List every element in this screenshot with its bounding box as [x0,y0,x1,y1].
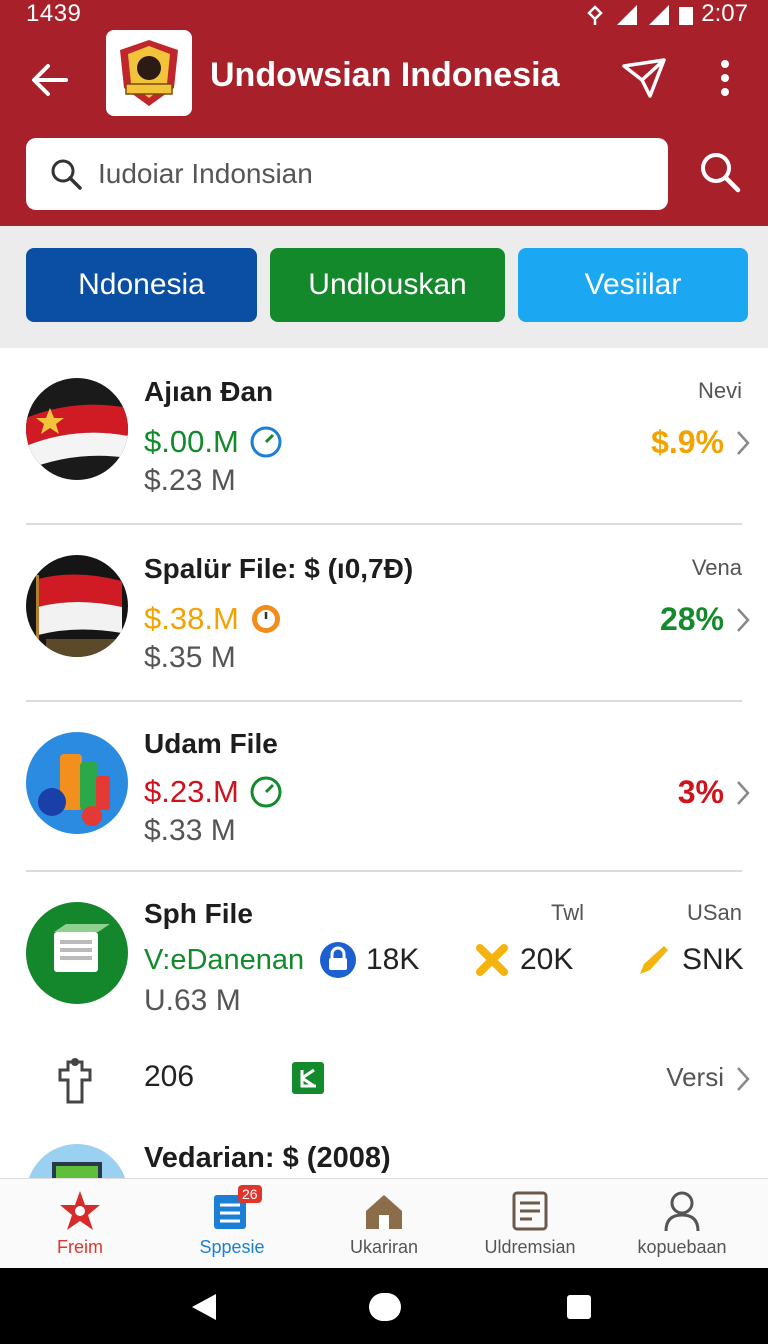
nav-item-uldremsian[interactable]: Uldremsian [455,1179,605,1269]
item-subvalue: U.63 M [144,984,241,1017]
chip-vesiilar[interactable]: Vesiilar [518,248,748,322]
lock-icon [320,942,356,978]
flag-avatar [26,378,128,480]
search-icon[interactable] [696,148,744,196]
star-icon [60,1191,100,1230]
search-bar [26,138,668,210]
recents-square-icon[interactable] [566,1294,592,1320]
search-input[interactable] [98,150,638,198]
nav-item-kopuebaan[interactable]: kopuebaan [607,1179,757,1269]
app-avatar [26,1144,128,1178]
list-item[interactable]: Ajıan Đan $.00.M $.23 M Nevi $.9% [0,348,768,524]
item-count: 206 [144,1060,195,1093]
system-navigation-bar [0,1268,768,1344]
stat-value: 18K [366,943,420,976]
nav-item-freim[interactable]: Freim [5,1179,155,1269]
nav-label: Freim [57,1237,103,1257]
home-icon [366,1195,402,1229]
send-icon[interactable] [620,54,668,102]
status-right: 2:07 [583,0,748,28]
document-icon [512,1191,548,1231]
pencil-icon [640,946,668,974]
status-bar: 1439 2:07 [0,0,768,30]
app-title: Undowsian Indonesia [210,56,560,94]
item-title: Sph File [144,898,253,929]
signal-icon [617,5,638,25]
back-arrow-icon[interactable] [26,56,74,104]
item-amount: $.38.M [144,601,283,637]
list-item[interactable]: Sph File USan Twl V:eDanenan 18K 20K SNK… [0,872,768,1032]
amount-value: $.23.M [144,774,239,809]
timer-icon [251,605,280,633]
item-tag: Nevi [697,378,742,403]
amount-value: $.00.M [144,424,239,459]
item-amount: $.23.M [144,774,283,810]
stat-downloads: 18K [318,940,419,980]
list-item[interactable]: Spalür File: $ (ı0,7Ð) $.38.M $.35 M Ven… [0,525,768,701]
stat-approved: SNK [634,940,744,980]
nav-item-ukariran[interactable]: Ukariran [309,1179,459,1269]
app-header: 1439 2:07 Undowsian Indonesia [0,0,768,226]
item-percent: $.9% [651,424,724,460]
chevron-right-icon [737,431,750,455]
status-left-text: 1439 [26,0,82,27]
list-item[interactable]: 206 Versi [0,1034,768,1120]
chip-undlouskan[interactable]: Undlouskan [270,248,505,322]
amount-value: V:eDanenan [144,944,305,976]
nav-item-sppesie[interactable]: 26 Sppesie [157,1179,307,1269]
file-list: Ajıan Đan $.00.M $.23 M Nevi $.9% Spalür… [0,348,768,1178]
nav-label: Ukariran [349,1237,419,1257]
nav-label: Uldremsian [484,1237,576,1257]
item-subvalue: $.33 M [144,814,236,847]
battery-icon [679,7,694,25]
list-icon: 26 [210,1185,262,1233]
profile-icon [664,1191,700,1232]
app-logo [106,30,192,116]
item-tag-secondary: Twl [551,900,584,925]
file-avatar [26,902,128,1004]
gauge-icon [250,776,282,808]
item-percent: 28% [659,601,724,637]
chevron-right-icon [737,781,750,805]
item-title: Spalür File: $ (ı0,7Ð) [144,553,414,584]
chevron-right-icon [737,608,750,632]
item-amount: V:eDanenan [144,944,304,977]
nav-label: Sppesie [199,1237,265,1257]
amount-value: $.38.M [144,601,239,636]
back-triangle-icon[interactable] [190,1292,218,1322]
filter-chips: Ndonesia Undlouskan Vesiilar [0,226,768,348]
item-subvalue: $.23 M [144,464,236,497]
item-tag: Vena [691,555,742,580]
stat-value: 20K [520,943,574,976]
status-time: 2:07 [701,0,748,27]
app-avatar [26,732,128,834]
search-icon [51,159,82,190]
more-options-icon[interactable] [708,56,742,100]
item-title: Udam File [144,728,278,759]
version-link: Versi [666,1062,724,1092]
excel-icon [292,1062,324,1094]
notification-badge: 26 [238,1185,262,1203]
stat-rejected: 20K [472,940,573,980]
list-item[interactable]: Udam File $.23.M $.33 M 3% [0,702,768,870]
bottom-navigation: Freim 26 Sppesie Ukariran Uldremsian kop… [0,1178,768,1268]
signal-icon [649,5,670,25]
item-title: Vedarian: $ (2008) [144,1142,391,1174]
list-item[interactable]: Vedarian: $ (2008) [0,1120,768,1178]
item-amount: $.00.M [144,424,283,460]
nav-label: kopuebaan [637,1237,727,1257]
item-subvalue: $.35 M [144,641,236,674]
chevron-right-icon [737,1067,750,1091]
flag-avatar [26,555,128,657]
item-tag: USan [686,900,742,925]
hydrant-icon [58,1058,92,1104]
home-circle-icon[interactable] [368,1292,402,1322]
cross-icon [476,944,508,976]
item-percent: 3% [677,774,724,810]
stat-value: SNK [682,943,744,976]
chip-ndonesia[interactable]: Ndonesia [26,248,257,322]
gauge-icon [250,426,282,458]
wifi-icon [587,5,604,25]
item-title: Ajıan Đan [144,376,274,407]
